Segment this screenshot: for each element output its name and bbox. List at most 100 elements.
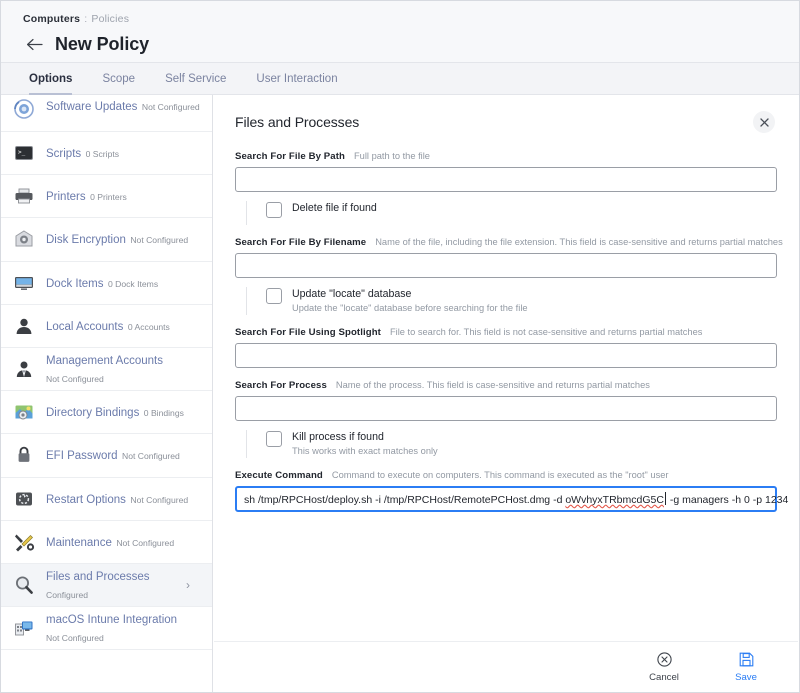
tab-scope[interactable]: Scope [87,72,150,94]
tab-self-service[interactable]: Self Service [150,72,241,94]
sidebar-item-status: Not Configured [116,538,174,548]
field-execute-command: Execute Command Command to execute on co… [235,470,777,512]
tab-bar: Options Scope Self Service User Interact… [1,63,799,95]
sidebar-item-status: Not Configured [130,235,188,245]
sidebar-item-status: Not Configured [130,495,188,505]
field-label-row: Execute Command Command to execute on co… [235,470,777,481]
sidebar-item-text: Printers 0 Printers [46,187,202,205]
delete-file-if-found-checkbox[interactable] [266,202,282,218]
save-button[interactable]: Save [720,651,772,683]
sidebar-item-scripts[interactable]: >_ Scripts 0 Scripts [1,132,212,175]
user-icon [12,314,36,338]
save-button-label: Save [735,672,757,683]
tab-options[interactable]: Options [23,72,87,94]
sidebar-item-directory-bindings[interactable]: Directory Bindings 0 Bindings [1,391,212,434]
sidebar-item-restart-options[interactable]: Restart Options Not Configured [1,478,212,521]
field-label-row: Search For File By Path Full path to the… [235,151,777,162]
checkbox-sublabel: This works with exact matches only [292,445,438,458]
field-hint: Name of the file, including the file ext… [375,237,783,247]
payload-panel: Files and Processes Search For File By P… [213,95,799,693]
command-segment-after: -g managers -h 0 -p 1234 [667,494,788,506]
sidebar-item-label: Software Updates [46,101,137,113]
printer-icon [12,184,36,208]
breadcrumb-computers[interactable]: Computers [23,13,80,25]
sidebar-item-text: Maintenance Not Configured [46,533,202,551]
checkbox-sublabel: Update the "locate" database before sear… [292,302,528,315]
sidebar-item-dock-items[interactable]: Dock Items 0 Dock Items [1,262,212,305]
checkbox-row-delete-file-if-found: Delete file if found [246,201,777,225]
sidebar-item-text: Restart Options Not Configured [46,490,202,508]
sidebar-item-disk-encryption[interactable]: Disk Encryption Not Configured [1,218,212,261]
floppy-save-icon [739,651,754,669]
user-tie-icon [12,357,36,381]
sidebar-item-local-accounts[interactable]: Local Accounts 0 Accounts [1,305,212,348]
field-search-file-by-path: Search For File By Path Full path to the… [235,151,777,192]
sidebar-item-files-and-processes[interactable]: Files and Processes Configured › [1,564,212,607]
x-circle-icon [657,651,672,669]
sidebar-item-status: Not Configured [46,633,104,643]
kill-process-if-found-checkbox[interactable] [266,431,282,447]
tab-user-interaction[interactable]: User Interaction [241,72,352,94]
sidebar-item-label: macOS Intune Integration [46,614,177,626]
sidebar-item-status: 0 Scripts [86,149,119,159]
sidebar-item-text: Scripts 0 Scripts [46,144,202,162]
sidebar-item-maintenance[interactable]: Maintenance Not Configured [1,521,212,564]
cancel-button-label: Cancel [649,672,679,683]
page-title: New Policy [55,34,149,55]
field-label-row: Search For File By Filename Name of the … [235,237,777,248]
field-label-row: Search For Process Name of the process. … [235,380,777,391]
sidebar-item-macos-intune-integration[interactable]: macOS Intune Integration Not Configured [1,607,212,650]
checkbox-label: Delete file if found [292,201,377,215]
field-label: Execute Command [235,470,323,481]
chevron-right-icon: › [186,578,202,592]
breadcrumb-separator: : [80,13,91,25]
sidebar-item-label: Printers [46,191,86,203]
search-for-process-input[interactable] [235,396,777,421]
field-label: Search For File By Path [235,151,345,162]
terminal-script-icon: >_ [12,141,36,165]
field-search-for-process: Search For Process Name of the process. … [235,380,777,421]
disk-encryption-icon [12,227,36,251]
execute-command-input[interactable]: sh /tmp/RPCHost/deploy.sh -i /tmp/RPCHos… [235,486,777,512]
svg-text:>_: >_ [18,149,26,156]
breadcrumb: Computers:Policies [23,9,799,26]
sidebar-item-text: Software Updates Not Configured [46,97,202,115]
sidebar-item-label: Disk Encryption [46,234,126,246]
sidebar-item-status: Configured [46,590,88,600]
sidebar-item-efi-password[interactable]: EFI Password Not Configured [1,434,212,477]
sidebar-item-text: EFI Password Not Configured [46,446,202,464]
search-file-by-path-input[interactable] [235,167,777,192]
sidebar-item-status: Not Configured [46,374,104,384]
breadcrumb-policies[interactable]: Policies [91,13,129,25]
arrow-left-icon[interactable] [23,33,45,55]
update-locate-database-checkbox[interactable] [266,288,282,304]
sidebar-item-text: macOS Intune Integration Not Configured [46,610,202,646]
page-title-row: New Policy [23,33,799,55]
sidebar-item-status: Not Configured [122,451,180,461]
checkbox-text: Update "locate" database Update the "loc… [292,287,528,315]
body-split: Software Updates Not Configured >_ Scrip… [1,95,799,693]
sidebar-item-text: Management Accounts Not Configured [46,351,202,387]
intune-integration-icon [12,616,36,640]
sidebar-item-text: Dock Items 0 Dock Items [46,274,202,292]
cancel-button[interactable]: Cancel [638,651,690,683]
payload-sidebar[interactable]: Software Updates Not Configured >_ Scrip… [1,95,213,693]
close-icon[interactable] [753,111,775,133]
tools-icon [12,530,36,554]
sidebar-item-management-accounts[interactable]: Management Accounts Not Configured [1,348,212,391]
field-hint: Command to execute on computers. This co… [332,470,669,480]
sidebar-item-printers[interactable]: Printers 0 Printers [1,175,212,218]
sidebar-item-text: Directory Bindings 0 Bindings [46,403,202,421]
checkbox-row-update-locate-database: Update "locate" database Update the "loc… [246,287,777,315]
sidebar-item-text: Disk Encryption Not Configured [46,230,202,248]
command-segment-before: sh /tmp/RPCHost/deploy.sh -i /tmp/RPCHos… [244,494,565,506]
text-caret [665,492,666,505]
sidebar-item-status: 0 Dock Items [108,279,158,289]
sidebar-item-software-updates[interactable]: Software Updates Not Configured [1,95,212,132]
search-file-by-filename-input[interactable] [235,253,777,278]
search-file-using-spotlight-input[interactable] [235,343,777,368]
checkbox-label: Kill process if found [292,430,438,444]
restart-options-icon [12,487,36,511]
command-segment-misspelled: oWvhyxTRbmcdG5C [565,494,664,506]
field-label: Search For File By Filename [235,237,366,248]
